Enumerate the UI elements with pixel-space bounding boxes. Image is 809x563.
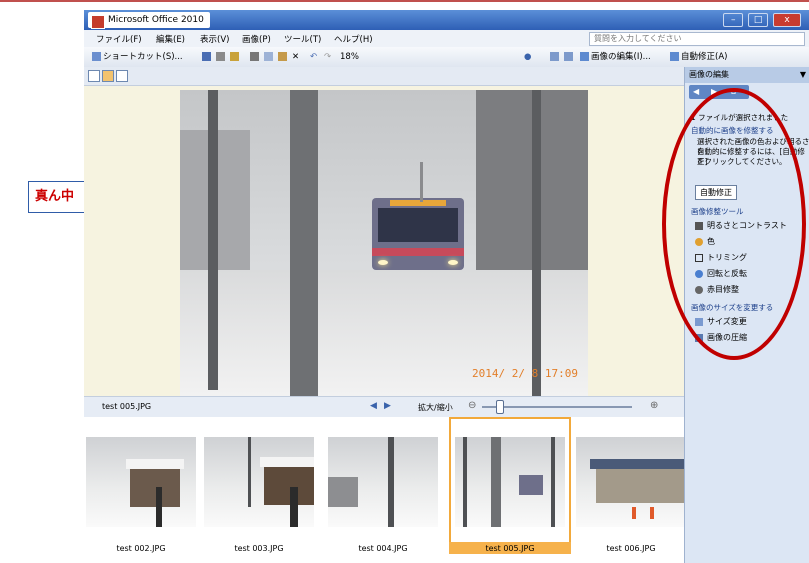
window-controls: – □ x xyxy=(721,13,801,27)
office-app-icon xyxy=(91,15,105,29)
edit-picture-button[interactable]: 画像の編集(I)... xyxy=(580,51,651,63)
thumbnail-5[interactable] xyxy=(576,437,686,527)
cut-icon xyxy=(250,52,259,61)
task-pane-title: 画像の編集 xyxy=(689,70,729,79)
window-title: Microsoft Office 2010 xyxy=(88,12,210,29)
bus xyxy=(372,198,464,270)
thumbnail-label-1: test 002.JPG xyxy=(116,544,166,553)
zoom-value[interactable]: 18% xyxy=(340,51,359,63)
bus-headlight-left xyxy=(378,260,388,265)
preview-photo: 2014/ 2/ 8 17:09 xyxy=(180,90,588,396)
rotate-left-icon xyxy=(550,52,559,61)
redo-icon[interactable]: ↷ xyxy=(324,51,331,63)
top-red-line xyxy=(0,0,809,2)
edit-picture-icon xyxy=(580,52,589,61)
task-pane-header: 画像の編集 ▼ xyxy=(685,67,809,83)
menu-file[interactable]: ファイル(F) xyxy=(96,33,142,45)
menu-edit[interactable]: 編集(E) xyxy=(156,33,185,45)
window-title-text: Microsoft Office 2010 xyxy=(108,15,204,25)
auto-correct-label: 自動修正(A) xyxy=(681,52,728,62)
copy-button[interactable] xyxy=(264,51,275,63)
photo-timestamp: 2014/ 2/ 8 17:09 xyxy=(472,367,578,380)
delete-icon[interactable]: ✕ xyxy=(292,51,299,63)
print-icon xyxy=(216,52,225,61)
thumbnail-2[interactable] xyxy=(204,437,314,527)
shortcut-icon xyxy=(92,52,101,61)
next-arrow-icon[interactable]: ▶ xyxy=(384,401,391,411)
pane-dropdown-icon[interactable]: ▼ xyxy=(800,67,806,83)
zoom-in-icon[interactable]: ⊕ xyxy=(650,400,658,411)
view-mode-bar xyxy=(84,67,684,86)
highlight-oval xyxy=(662,88,806,360)
thumbnail-view-icon[interactable] xyxy=(88,70,100,82)
annotation-callout: 真ん中 xyxy=(28,181,84,213)
copy-icon xyxy=(264,52,273,61)
thumbnail-label-2: test 003.JPG xyxy=(234,544,284,553)
bus-stripe xyxy=(372,248,464,256)
thumbnail-label-4: test 005.JPG xyxy=(485,544,535,553)
utility-pole-center xyxy=(290,90,318,396)
thumbnail-label-3: test 004.JPG xyxy=(358,544,408,553)
thumbnail-1[interactable] xyxy=(86,437,196,527)
bus-headlight-right xyxy=(448,260,458,265)
menu-help[interactable]: ヘルプ(H) xyxy=(334,33,373,45)
utility-pole-left xyxy=(208,90,218,390)
help-search-input[interactable]: 質問を入力してください xyxy=(589,32,805,46)
shortcut-label: ショートカット(S)... xyxy=(103,52,183,62)
menu-tools[interactable]: ツール(T) xyxy=(284,33,321,45)
cut-button[interactable] xyxy=(250,51,261,63)
auto-correct-icon xyxy=(670,52,679,61)
zoom-label: 拡大/縮小 xyxy=(418,403,453,412)
toolbar: ショートカット(S)... ✕ ↶ ↷ 18% ● 画像の編集(I)... 自動… xyxy=(84,47,809,68)
title-bar: Microsoft Office 2010 – □ x xyxy=(84,10,809,30)
bus-window xyxy=(378,208,458,242)
maximize-button[interactable]: □ xyxy=(748,13,769,27)
edit-picture-label: 画像の編集(I)... xyxy=(591,52,651,62)
close-button[interactable]: x xyxy=(773,13,801,27)
shortcut-button[interactable]: ショートカット(S)... xyxy=(92,51,183,63)
filmstrip: test 002.JPG test 003.JPG test 004.JPG t… xyxy=(84,417,686,563)
street-lamp xyxy=(420,162,423,202)
menu-picture[interactable]: 画像(P) xyxy=(242,33,271,45)
filmstrip-view-icon[interactable] xyxy=(102,70,114,82)
email-icon xyxy=(230,52,239,61)
bus-sign xyxy=(390,200,446,206)
save-icon xyxy=(202,52,211,61)
back-icon[interactable]: ◀ xyxy=(693,85,699,99)
zoom-slider[interactable] xyxy=(482,406,632,408)
paste-button[interactable] xyxy=(278,51,289,63)
email-button[interactable] xyxy=(230,51,241,63)
zoom-slider-handle[interactable] xyxy=(496,400,504,414)
rotate-right-button[interactable] xyxy=(564,51,575,63)
prev-arrow-icon[interactable]: ◀ xyxy=(370,401,377,411)
print-button[interactable] xyxy=(216,51,227,63)
undo-icon[interactable]: ↶ xyxy=(310,51,317,63)
save-button[interactable] xyxy=(202,51,213,63)
zoom-out-icon[interactable]: ⊖ xyxy=(468,400,476,411)
selected-thumbnail-frame xyxy=(449,417,571,553)
rotate-right-icon xyxy=(564,52,573,61)
help-icon[interactable]: ● xyxy=(524,51,531,63)
minimize-button[interactable]: – xyxy=(723,13,744,27)
rotate-left-button[interactable] xyxy=(550,51,561,63)
thumbnail-label-5: test 006.JPG xyxy=(606,544,656,553)
thumbnail-3[interactable] xyxy=(328,437,438,527)
paste-icon xyxy=(278,52,287,61)
image-preview-area: 2014/ 2/ 8 17:09 xyxy=(84,86,684,396)
utility-pole-right xyxy=(532,90,541,396)
menu-view[interactable]: 表示(V) xyxy=(200,33,229,45)
menu-bar: ファイル(F) 編集(E) 表示(V) 画像(P) ツール(T) ヘルプ(H) … xyxy=(84,30,809,47)
status-bar: test 005.JPG ◀ ▶ 拡大/縮小 ⊖ ⊕ xyxy=(84,396,684,417)
current-filename: test 005.JPG xyxy=(102,402,152,411)
auto-correct-button[interactable]: 自動修正(A) xyxy=(670,51,727,63)
single-view-icon[interactable] xyxy=(116,70,128,82)
